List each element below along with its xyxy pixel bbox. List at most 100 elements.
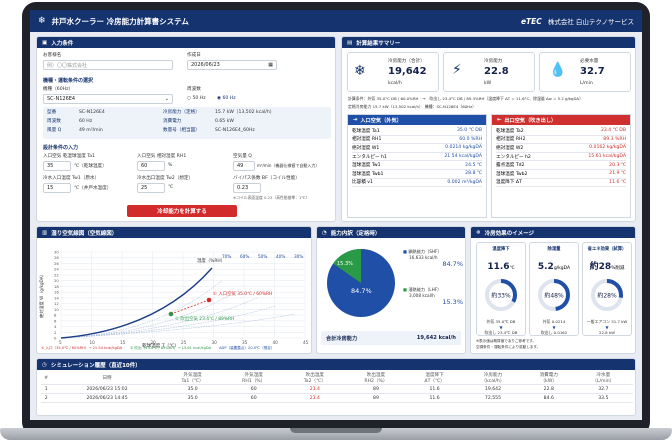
row-label: 乾球温度 Ta2 — [496, 128, 524, 134]
column-header: 外気湿度 RH1（%） — [222, 372, 285, 385]
saturation-curve — [60, 267, 213, 339]
chevron-down-icon: ⌄ — [164, 96, 169, 102]
total-value: 19,642 kcal/h — [416, 335, 456, 341]
table-cell: 23.4 — [284, 384, 345, 394]
spec-row: 消費電力 0.65 kW — [163, 119, 234, 124]
condition-line: 計算条件：外気 35.0°C DB / 60.0%RH → 吹出し 23.4°C… — [348, 96, 583, 101]
table-row: 湿球温度 Twb2 21.9 ℃ — [496, 170, 626, 179]
effect-ring: 約28% — [591, 279, 623, 311]
card-value: 22.8 — [484, 66, 509, 77]
row-label: 絶対湿度 W2 — [496, 145, 524, 151]
effect-card-title: 除湿量 — [547, 247, 561, 252]
inlet-rows: 乾球温度 Ta1 35.0 ℃ DB 相対湿度 RH1 60.0 %RH 絶対湿度 W1… — [352, 127, 482, 188]
tw1-input[interactable]: 15 — [43, 183, 71, 193]
model-value: SC-N126E4 — [47, 96, 76, 102]
water-card: 💧 必要水量 32.7 L/min — [539, 52, 631, 92]
outlet-rows: 乾球温度 Ta2 23.4 ℃ DB 相対湿度 RH2 89.3 %RH 絶対湿度 W2… — [496, 127, 626, 188]
bf-input[interactable]: 0.23 — [233, 183, 261, 193]
table-cell: 35.0 — [162, 384, 223, 394]
row-label: 湿球温度 Twb2 — [496, 171, 528, 177]
table-row: 露点温度 Td2 20.3 ℃ — [496, 161, 626, 170]
latent-pct: 15.3% — [442, 298, 463, 306]
column-header: 消費電力 （kW） — [523, 372, 574, 385]
table-row[interactable]: 1 2026/06/23 15:02 35.0 60 23.4 89 11.6 19,642 2… — [41, 384, 633, 394]
row-value: 0.002 m³/kgDA — [447, 179, 482, 185]
table-cell: 35.0 — [162, 393, 223, 403]
design-header: 設計条件の入力 — [43, 145, 79, 151]
legend-item-outlet: ② 吹出（23.4℃ / 89%RH）→ 15.61 kcal/kgDA — [130, 346, 212, 350]
row-label: 乾球温度 Ta1 — [352, 128, 380, 134]
calculate-button[interactable]: 冷却能力を計算する — [127, 205, 237, 217]
q-input[interactable]: 49 — [233, 161, 255, 171]
effect-value: 約28 — [589, 262, 612, 272]
latent-legend: ■ 潜熱能力（LHF） 3,008 kcal/h 15.3% — [403, 287, 463, 306]
capacity-pie-chart: 84.7% 15.3% — [327, 249, 395, 317]
freq-60-label: 60 Hz — [222, 96, 236, 101]
spec-row: 数量号（相当図） SC-N126E4_60Hz — [163, 128, 255, 133]
column-header: 日時 — [51, 372, 163, 385]
effect-card-value: 約28%削減 — [583, 254, 631, 273]
input-panel: ▣ 入力条件 お客様名 例）〇〇株式会社 作成日 2026/06/23 ▦ 機種・運… — [36, 36, 336, 222]
sensible-dot: ■ — [403, 249, 407, 254]
q-label: 空気量 Q — [233, 154, 252, 159]
y-tick-label: 26 — [54, 261, 59, 266]
psy-header: 湿り空気線図（空気線図） — [51, 230, 118, 237]
rh1-input[interactable]: 60 — [137, 161, 165, 171]
process-line — [170, 299, 210, 315]
row-value: 28.8 ℃ — [465, 171, 482, 177]
x-tick-label: 25 — [181, 340, 187, 345]
effect-card: 省エネ効果（試算） 約28%削減 約28% 一般エアコン 31.7 kW ▼ 22.8 k… — [582, 242, 632, 336]
card-value: 32.7 — [580, 66, 605, 77]
y-tick-label: 20 — [54, 278, 59, 283]
date-input[interactable]: 2026/06/23 ▦ — [187, 60, 277, 70]
effect-to: 吹出し 0.0162 — [540, 330, 568, 335]
table-cell: 19,642 — [461, 384, 524, 394]
sensible-legend: ■ 顕熱能力（SHF） 16,633 kcal/h 84.7% — [403, 249, 463, 268]
legend-item-inlet: ① 入口（35.0℃ / 60%RH）→ 21.54 kcal/kgDA — [41, 346, 123, 350]
legend-item-adp: ADP（装置露点）20.0℃（想定） — [219, 346, 275, 350]
freq-50-label: 50 Hz — [192, 96, 206, 101]
laptop-notch — [290, 428, 382, 433]
row-value: 21.9 ℃ — [609, 171, 626, 177]
spec-row: 型番 SC-N126E4 — [47, 110, 105, 115]
summary-panel: ▤ 計算結果サマリー ❄ 冷房能力（合計） 19,642 kcal/h ⚡ 冷房能… — [341, 36, 636, 222]
freq-50-radio[interactable]: ○ 50 Hz — [187, 96, 206, 101]
breakdown-panel: ◔ 能力内訳（定格時） 84.7% 15.3% ■ 顕熱能力（SHF） 16,63… — [316, 226, 466, 354]
column-header: 温度降下 ΔT（℃） — [407, 372, 462, 385]
freq-60-radio[interactable]: ◉ 60 Hz — [217, 96, 236, 101]
row-label: 相対湿度 RH1 — [352, 137, 382, 143]
table-cell: 89 — [344, 384, 408, 394]
tw2-input[interactable]: 25 — [137, 183, 165, 193]
client-input[interactable]: 例）〇〇株式会社 — [43, 60, 173, 70]
y-tick-label: 4 — [54, 324, 57, 329]
row-value: 23.4 ℃ DB — [601, 128, 626, 134]
ta1-unit: ℃（乾球温度） — [74, 164, 107, 169]
breakdown-header: 能力内訳（定格時） — [330, 230, 381, 237]
effect-ring-label: 約48% — [544, 292, 564, 300]
history-table: # 日時 外気温度 Ta1（℃） 外気湿度 RH1（%） 吹出温度 Ta2（℃） 吹出湿度… — [41, 372, 633, 403]
x-tick-label: 30 — [212, 340, 218, 345]
column-header: 吹出湿度 RH2（%） — [344, 372, 408, 385]
history-header: シミュレーション履歴（直近10件） — [50, 362, 141, 369]
sensible-pct: 84.7% — [442, 260, 463, 268]
table-row: 乾球温度 Ta2 23.4 ℃ DB — [496, 127, 626, 136]
table-cell: 32.7 — [573, 384, 633, 394]
column-header: 吹出温度 Ta2（℃） — [284, 372, 345, 385]
q-unit: m³/min（機器仕様値で自動入力） — [257, 163, 320, 168]
table-cell: 11.6 — [407, 393, 462, 403]
table-row: 乾球温度 Ta1 35.0 ℃ DB — [352, 127, 482, 136]
y-tick-label: 16 — [54, 290, 59, 295]
x-tick-label: 10 — [90, 340, 96, 345]
ta1-input[interactable]: 35 — [43, 161, 71, 171]
row-value: 60.0 %RH — [459, 136, 482, 142]
latent-label: 潜熱能力（LHF） — [408, 287, 442, 292]
outlet-table: ⇤ 出口空気（吹き出し） 乾球温度 Ta2 23.4 ℃ DB 相対湿度 RH2 89.… — [491, 114, 631, 218]
table-row: 絶対湿度 W2 0.0162 kg/kgDA — [496, 144, 626, 153]
table-row[interactable]: 2 2026/06/23 14:45 35.0 60 23.4 89 11.6 72,555 8… — [41, 393, 633, 403]
model-select[interactable]: SC-N126E4 ⌄ — [43, 94, 173, 104]
rh-tick-label: 60% — [240, 254, 249, 259]
pie-label-big: 84.7% — [351, 287, 372, 295]
x-tick-label: 5 — [59, 340, 62, 345]
x-tick-label: 15 — [120, 340, 126, 345]
table-cell: 84.6 — [523, 393, 574, 403]
